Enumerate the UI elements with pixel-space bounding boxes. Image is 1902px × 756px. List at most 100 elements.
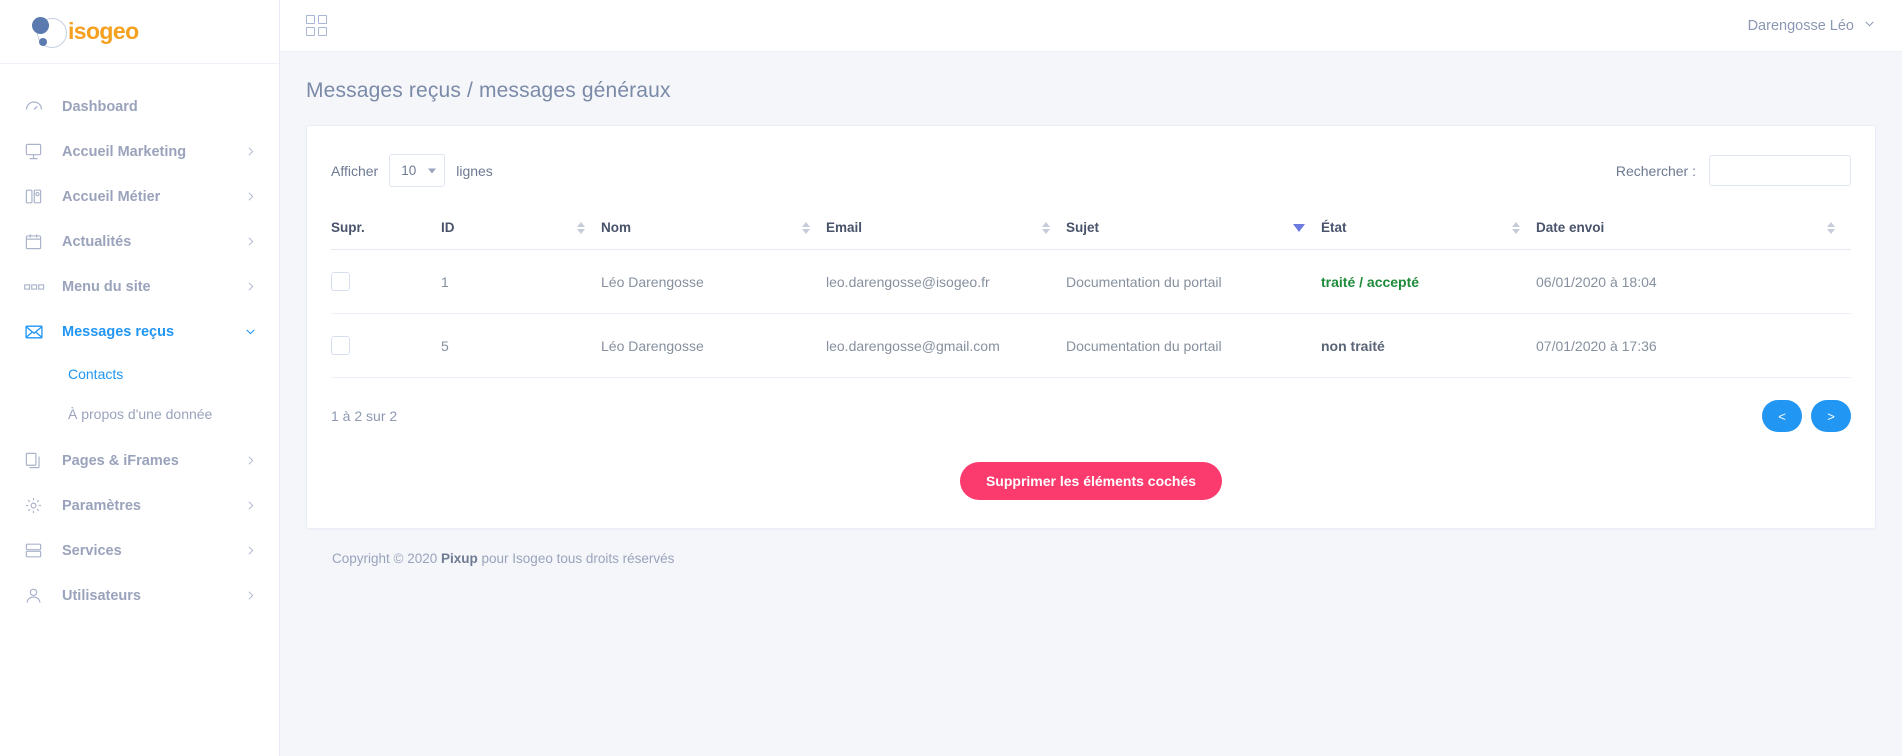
chevron-down-icon: [428, 168, 437, 173]
sidebar-item-parametres[interactable]: Paramètres: [0, 483, 279, 528]
table-footer: 1 à 2 sur 2 < >: [331, 400, 1851, 432]
pagination-prev-button[interactable]: <: [1762, 400, 1802, 432]
search-label: Rechercher :: [1615, 162, 1696, 179]
user-menu-label: Darengosse Léo: [1747, 17, 1854, 34]
main-area: Darengosse Léo Messages reçus / messages…: [280, 0, 1902, 756]
envelope-icon: [24, 321, 50, 343]
sort-icon: [1512, 222, 1520, 234]
sidebar-item-services[interactable]: Services: [0, 528, 279, 573]
sidebar-item-label: Paramètres: [62, 497, 141, 514]
search-control: Rechercher :: [1616, 155, 1851, 186]
server-icon: [24, 540, 50, 562]
brand-logo[interactable]: isogeo: [0, 0, 279, 64]
chevron-right-icon: [244, 145, 257, 158]
chevron-right-icon: [244, 190, 257, 203]
cell-supr: [331, 313, 441, 378]
table-controls: Afficher 10 lignes Rechercher :: [331, 154, 1851, 187]
table-body: 1 Léo Darengosse leo.darengosse@isogeo.f…: [331, 249, 1851, 378]
column-label: Sujet: [1066, 220, 1100, 235]
dashboard-icon: [24, 96, 50, 118]
sidebar-item-menu-du-site[interactable]: Menu du site: [0, 264, 279, 309]
table-row: 5 Léo Darengosse leo.darengosse@gmail.co…: [331, 313, 1851, 378]
rows-label: lignes: [456, 162, 493, 179]
sidebar-subitem-a-propos-dune-donnee[interactable]: À propos d'une donnée: [0, 394, 279, 434]
column-label: ID: [441, 220, 455, 235]
table-header-row: Supr. ID Nom Email Sujet État Date envoi: [331, 207, 1851, 250]
copy-icon: [24, 450, 50, 472]
chevron-right-icon: [244, 499, 257, 512]
app-root: isogeo Dashboard Accueil Marketing Accue…: [0, 0, 1902, 756]
column-header-sujet[interactable]: Sujet: [1066, 207, 1321, 250]
sidebar-item-label: Accueil Métier: [62, 188, 161, 205]
table-head: Supr. ID Nom Email Sujet État Date envoi: [331, 207, 1851, 250]
sidebar-item-label: Menu du site: [62, 278, 151, 295]
messages-table-card: Afficher 10 lignes Rechercher : Supr. ID…: [306, 125, 1876, 529]
map-icon: [24, 186, 50, 208]
sidebar-subitem-label: À propos d'une donnée: [68, 406, 213, 422]
chevron-down-icon: [1863, 17, 1876, 34]
sidebar-item-pages-iframes[interactable]: Pages & iFrames: [0, 438, 279, 483]
column-header-nom[interactable]: Nom: [601, 207, 826, 250]
column-label: Supr.: [331, 220, 365, 235]
page-length-value: 10: [401, 163, 417, 178]
search-input[interactable]: [1709, 155, 1851, 186]
row-checkbox[interactable]: [331, 272, 350, 291]
sidebar-nav: Dashboard Accueil Marketing Accueil Méti…: [0, 64, 279, 756]
sidebar-item-label: Dashboard: [62, 98, 138, 115]
cell-supr: [331, 249, 441, 314]
footer-prefix: Copyright © 2020: [332, 551, 442, 566]
pagination: < >: [1762, 400, 1851, 432]
cell-etat: non traité: [1321, 313, 1536, 378]
table-info: 1 à 2 sur 2: [331, 408, 398, 424]
sidebar-item-utilisateurs[interactable]: Utilisateurs: [0, 573, 279, 618]
cell-nom: Léo Darengosse: [601, 313, 826, 378]
sidebar-item-accueil-metier[interactable]: Accueil Métier: [0, 174, 279, 219]
cell-etat: traité / accepté: [1321, 249, 1536, 314]
chevron-right-icon: [244, 589, 257, 602]
column-header-supr[interactable]: Supr.: [331, 207, 441, 250]
chevron-right-icon: [244, 544, 257, 557]
cell-email: leo.darengosse@gmail.com: [826, 313, 1066, 378]
user-menu[interactable]: Darengosse Léo: [1748, 17, 1876, 34]
cell-nom: Léo Darengosse: [601, 249, 826, 314]
sort-icon: [802, 222, 810, 234]
isogeo-logo-icon: [26, 12, 70, 52]
grid-menu-icon[interactable]: [306, 15, 327, 36]
sort-icon: [577, 222, 585, 234]
sidebar-item-messages-recus[interactable]: Messages reçus: [0, 309, 279, 354]
column-header-id[interactable]: ID: [441, 207, 601, 250]
chevron-right-icon: [244, 454, 257, 467]
page-length-select[interactable]: 10: [389, 154, 446, 187]
sidebar-item-label: Pages & iFrames: [62, 452, 179, 469]
sort-icon-active-desc: [1293, 224, 1305, 232]
sidebar: isogeo Dashboard Accueil Marketing Accue…: [0, 0, 280, 756]
gear-icon: [24, 495, 50, 517]
column-header-date-envoi[interactable]: Date envoi: [1536, 207, 1851, 250]
sidebar-subitem-label: Contacts: [68, 366, 124, 382]
column-header-email[interactable]: Email: [826, 207, 1066, 250]
sidebar-subitem-contacts[interactable]: Contacts: [0, 354, 279, 394]
sidebar-item-label: Messages reçus: [62, 323, 175, 340]
sidebar-item-actualites[interactable]: Actualités: [0, 219, 279, 264]
column-header-etat[interactable]: État: [1321, 207, 1536, 250]
sidebar-item-accueil-marketing[interactable]: Accueil Marketing: [0, 129, 279, 174]
row-checkbox[interactable]: [331, 336, 350, 355]
show-label: Afficher: [331, 162, 379, 179]
cell-date: 06/01/2020 à 18:04: [1536, 249, 1851, 314]
pagination-next-button[interactable]: >: [1811, 400, 1851, 432]
footer: Copyright © 2020 Pixup pour Isogeo tous …: [306, 529, 1876, 566]
page-length-control: Afficher 10 lignes: [331, 154, 493, 187]
column-label: Date envoi: [1536, 220, 1605, 235]
column-label: Nom: [601, 220, 631, 235]
sort-icon: [1827, 222, 1835, 234]
sidebar-item-dashboard[interactable]: Dashboard: [0, 84, 279, 129]
cell-sujet: Documentation du portail: [1066, 249, 1321, 314]
menu-bars-icon: [24, 276, 50, 298]
footer-company: Pixup: [441, 551, 478, 566]
cell-sujet: Documentation du portail: [1066, 313, 1321, 378]
cell-id: 1: [441, 249, 601, 314]
sidebar-item-label: Accueil Marketing: [62, 143, 187, 160]
column-label: État: [1321, 220, 1347, 235]
delete-checked-button[interactable]: Supprimer les éléments cochés: [959, 462, 1223, 500]
calendar-icon: [24, 231, 50, 253]
